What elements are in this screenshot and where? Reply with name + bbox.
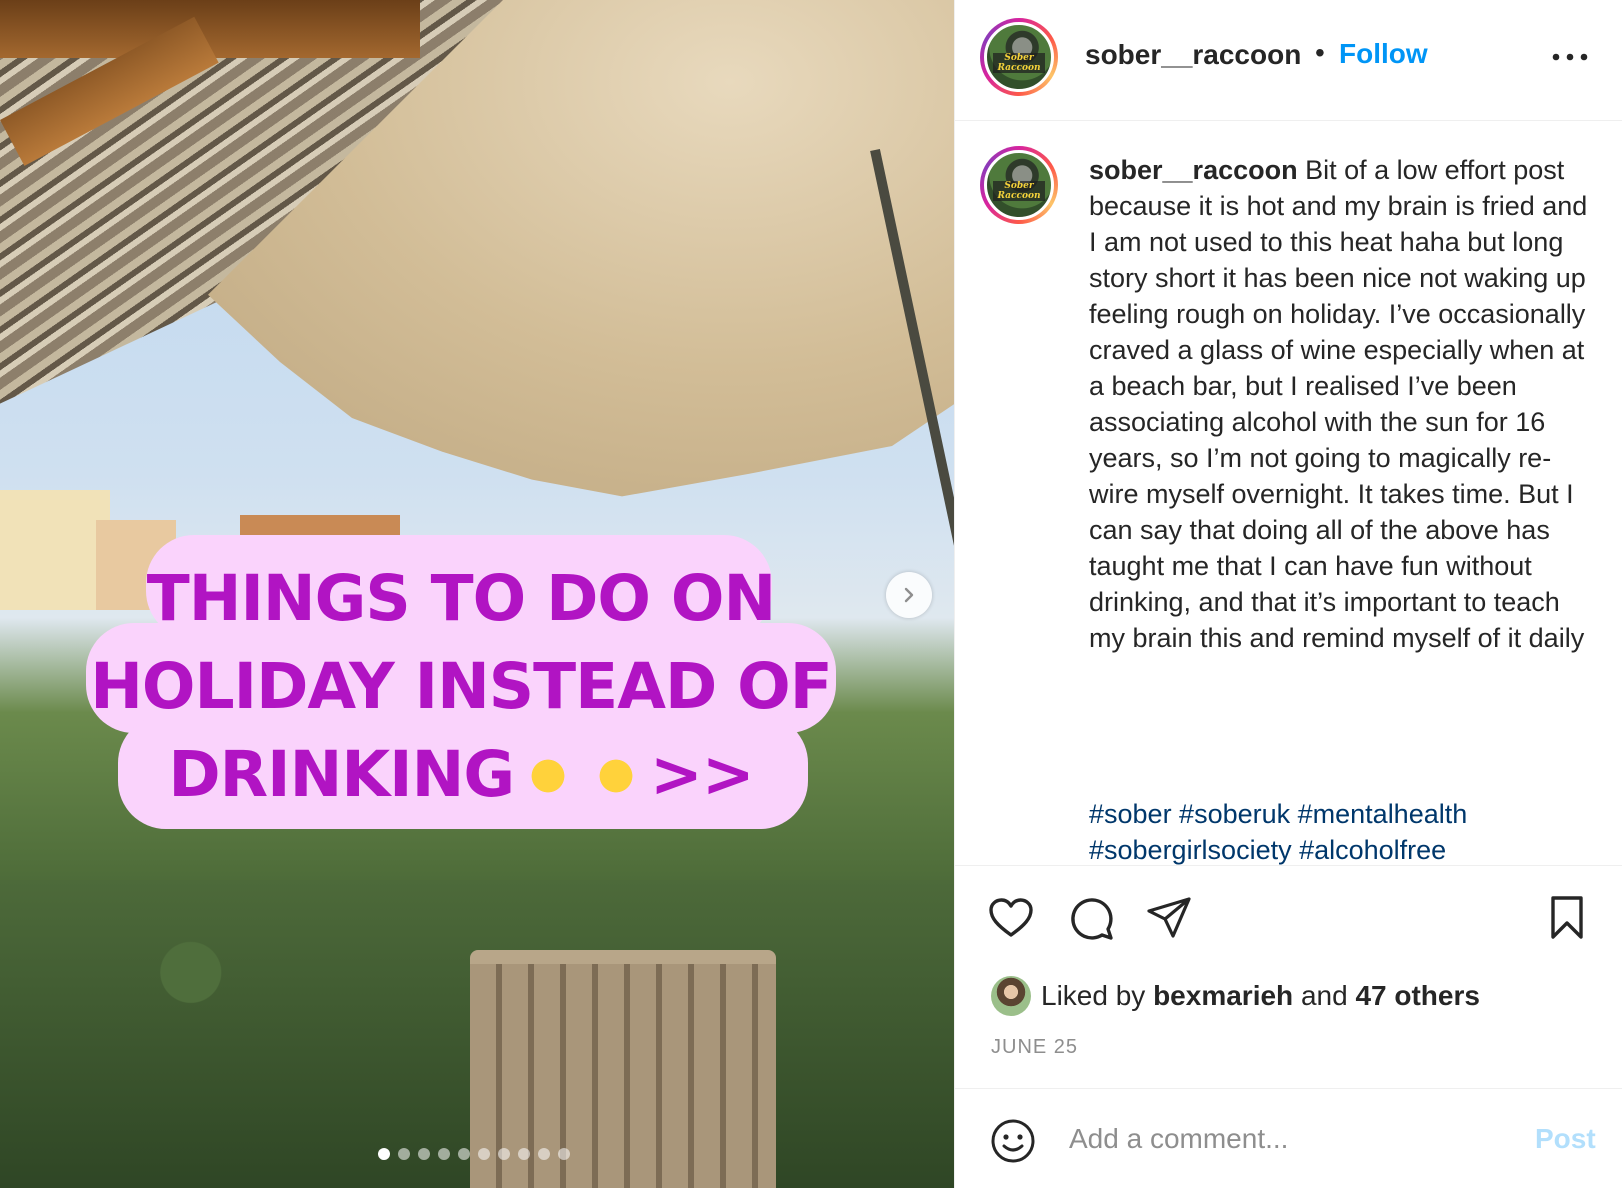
sun-emoji-icon — [522, 750, 575, 802]
next-slide-button[interactable] — [886, 572, 932, 618]
overlay-title: THINGS TO DO ON HOLIDAY INSTEAD OF DRINK… — [86, 555, 836, 819]
post-comment-button[interactable]: Post — [1535, 1123, 1596, 1155]
post-media[interactable]: THINGS TO DO ON HOLIDAY INSTEAD OF DRINK… — [0, 0, 954, 1188]
avatar-label: Sober Raccoon — [993, 53, 1045, 73]
overlay-line-3: DRINKING >> — [86, 731, 836, 819]
liker-username[interactable]: bexmarieh — [1153, 980, 1293, 1011]
follow-button[interactable]: Follow — [1339, 38, 1428, 70]
carousel-dot — [458, 1148, 470, 1160]
comment-button[interactable] — [1065, 892, 1117, 944]
more-options-button[interactable] — [1545, 42, 1595, 72]
overlay-line-1: THINGS TO DO ON — [146, 562, 776, 635]
hashtag-line[interactable]: #sober #soberuk #mentalhealth — [1089, 796, 1589, 832]
post-side-panel: Sober Raccoon sober__raccoon • Follow So… — [954, 0, 1622, 1188]
overlay-arrows: >> — [650, 738, 755, 811]
sun-emoji-icon — [590, 750, 643, 802]
author-username[interactable]: sober__raccoon — [1085, 39, 1301, 71]
raccoon-avatar-image: Sober Raccoon — [984, 22, 1054, 92]
author-avatar[interactable]: Sober Raccoon — [980, 18, 1058, 96]
hashtag-line[interactable]: #sobergirlsociety #alcoholfree — [1089, 832, 1589, 865]
save-button[interactable] — [1541, 892, 1593, 944]
emoji-picker-button[interactable] — [989, 1117, 1037, 1165]
comment-bar: Add a comment... Post — [955, 1088, 1622, 1188]
likes-summary[interactable]: Liked by bexmarieh and 47 others — [991, 976, 1480, 1016]
carousel-dot — [558, 1148, 570, 1160]
carousel-dot — [438, 1148, 450, 1160]
carousel-dot — [398, 1148, 410, 1160]
post-actions: Liked by bexmarieh and 47 others JUNE 25 — [955, 865, 1622, 1089]
caption-hashtags[interactable]: #sober #soberuk #mentalhealth #sobergirl… — [1089, 796, 1589, 865]
post-date[interactable]: JUNE 25 — [991, 1036, 1078, 1059]
caption-text: sober__raccoon Bit of a low effort post … — [1089, 152, 1589, 656]
comment-input[interactable]: Add a comment... — [1069, 1123, 1288, 1155]
more-horizontal-icon — [1552, 53, 1588, 61]
avatar-label: Sober Raccoon — [993, 181, 1045, 201]
header-separator: • — [1315, 37, 1325, 68]
post-caption: Sober Raccoon sober__raccoon Bit of a lo… — [955, 121, 1622, 865]
carousel-dot — [538, 1148, 550, 1160]
heart-icon — [989, 898, 1033, 937]
caption-body: Bit of a low effort post because it is h… — [1089, 155, 1588, 653]
smiley-icon — [991, 1119, 1035, 1163]
likes-others-count[interactable]: 47 others — [1355, 980, 1480, 1011]
carousel-indicator — [378, 1148, 570, 1160]
likes-conjunction: and — [1300, 980, 1348, 1011]
overlay-line-3-text: DRINKING — [168, 738, 515, 811]
overlay-sticker: THINGS TO DO ON HOLIDAY INSTEAD OF DRINK… — [86, 535, 836, 845]
comment-bubble-icon — [1071, 898, 1113, 940]
paper-plane-icon — [1147, 897, 1191, 938]
post-header: Sober Raccoon sober__raccoon • Follow — [955, 0, 1622, 121]
overlay-line-2: HOLIDAY INSTEAD OF — [90, 650, 833, 723]
liker-avatar[interactable] — [991, 976, 1031, 1016]
likes-prefix: Liked by — [1041, 980, 1146, 1011]
carousel-dot — [498, 1148, 510, 1160]
bookmark-icon — [1551, 896, 1583, 939]
carousel-dot — [418, 1148, 430, 1160]
likes-text: Liked by bexmarieh and 47 others — [1041, 980, 1480, 1012]
caption-username[interactable]: sober__raccoon — [1089, 155, 1298, 185]
chevron-right-icon — [904, 587, 914, 603]
carousel-dot — [478, 1148, 490, 1160]
caption-author-avatar[interactable]: Sober Raccoon — [980, 146, 1058, 224]
share-button[interactable] — [1143, 892, 1195, 944]
like-button[interactable] — [985, 892, 1037, 944]
carousel-dot — [378, 1148, 390, 1160]
carousel-dot — [518, 1148, 530, 1160]
raccoon-avatar-image: Sober Raccoon — [984, 150, 1054, 220]
